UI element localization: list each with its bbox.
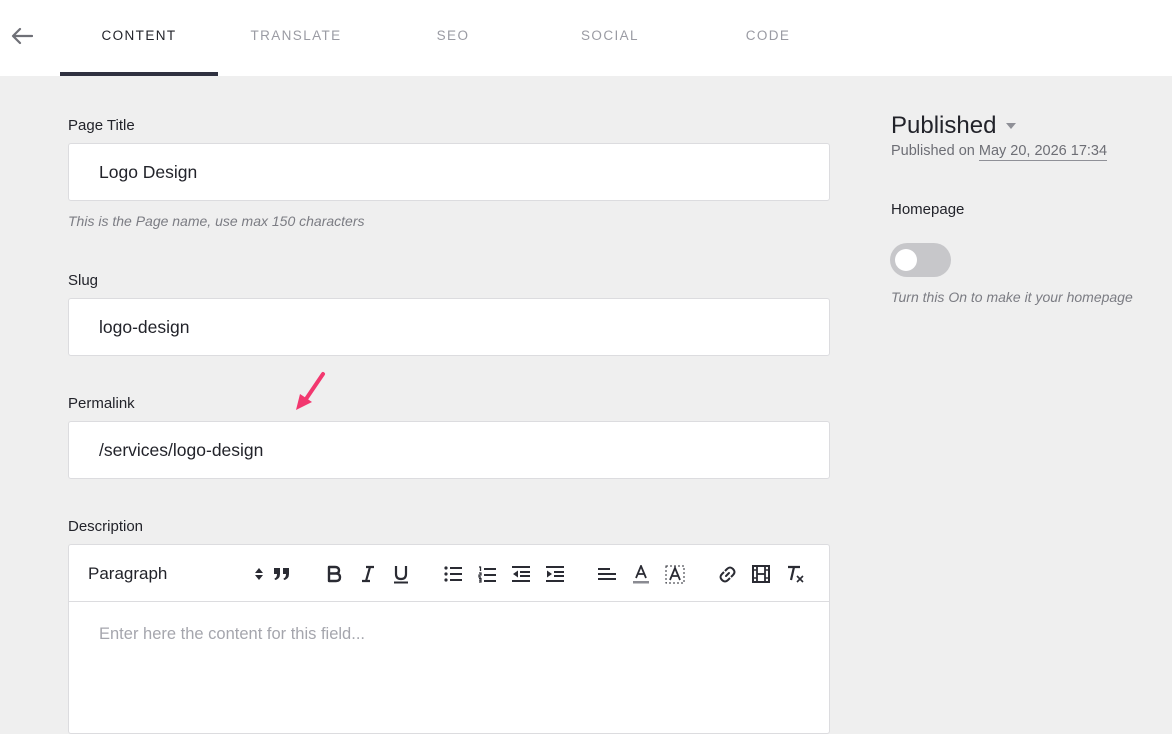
text-color-button[interactable] xyxy=(629,562,653,586)
back-button[interactable] xyxy=(8,22,36,50)
arrow-left-icon xyxy=(11,27,33,45)
slug-input[interactable] xyxy=(68,298,830,356)
indent-icon xyxy=(546,566,564,582)
status-value: Published xyxy=(891,112,997,139)
italic-button[interactable] xyxy=(356,562,380,586)
clear-format-icon xyxy=(787,565,804,583)
align-left-icon xyxy=(598,568,616,580)
homepage-toggle[interactable] xyxy=(890,243,951,277)
homepage-hint: Turn this On to make it your homepage xyxy=(891,289,1133,305)
link-button[interactable] xyxy=(715,562,739,586)
numbered-list-button[interactable] xyxy=(475,562,499,586)
video-button[interactable] xyxy=(749,562,773,586)
bullet-list-icon xyxy=(444,566,462,582)
editor-content-area[interactable]: Enter here the content for this field... xyxy=(99,625,365,644)
editor-placeholder: Enter here the content for this field... xyxy=(99,625,365,643)
toggle-knob xyxy=(895,249,917,271)
editor-toolbar: Paragraph xyxy=(69,545,829,602)
outdent-button[interactable] xyxy=(509,562,533,586)
caret-down-icon xyxy=(1006,123,1017,129)
permalink-label: Permalink xyxy=(68,395,135,412)
published-date[interactable]: May 20, 2026 17:34 xyxy=(978,143,1108,161)
highlight-icon xyxy=(665,565,685,583)
sort-arrows-icon xyxy=(255,568,263,580)
published-on-label: Published on xyxy=(891,143,975,159)
bold-icon xyxy=(327,565,342,583)
homepage-label: Homepage xyxy=(891,201,965,218)
page-title-input[interactable] xyxy=(68,143,830,201)
film-icon xyxy=(752,565,770,583)
italic-icon xyxy=(362,565,374,583)
blockquote-button[interactable] xyxy=(270,562,294,586)
pink-arrow-icon xyxy=(296,372,325,410)
slug-label: Slug xyxy=(68,272,99,289)
tab-social[interactable]: SOCIAL xyxy=(531,0,689,76)
underline-button[interactable] xyxy=(389,562,413,586)
indent-button[interactable] xyxy=(543,562,567,586)
link-icon xyxy=(719,566,735,582)
tab-seo[interactable]: SEO xyxy=(374,0,532,76)
quote-icon xyxy=(274,568,289,580)
format-select-value: Paragraph xyxy=(88,564,168,583)
tab-content[interactable]: CONTENT xyxy=(60,0,218,76)
text-color-icon xyxy=(633,564,649,583)
outdent-icon xyxy=(512,566,530,582)
bullet-list-button[interactable] xyxy=(441,562,465,586)
page-title-hint: This is the Page name, use max 150 chara… xyxy=(68,213,365,229)
description-label: Description xyxy=(68,518,144,535)
permalink-input[interactable] xyxy=(68,421,830,479)
underline-icon xyxy=(394,565,408,583)
published-on-line: Published on May 20, 2026 17:34 xyxy=(891,143,1108,161)
bold-button[interactable] xyxy=(322,562,346,586)
description-editor: Paragraph Enter here the content for thi… xyxy=(68,544,830,734)
top-tab-bar: CONTENT TRANSLATE SEO SOCIAL CODE xyxy=(0,0,1172,76)
page-title-label: Page Title xyxy=(68,117,135,134)
tab-translate[interactable]: TRANSLATE xyxy=(217,0,375,76)
status-dropdown[interactable]: Published xyxy=(891,112,1017,140)
highlight-button[interactable] xyxy=(663,562,687,586)
clear-format-button[interactable] xyxy=(783,562,807,586)
align-left-button[interactable] xyxy=(595,562,619,586)
numbered-list-icon xyxy=(478,565,496,583)
tab-code[interactable]: CODE xyxy=(689,0,847,76)
paragraph-format-select[interactable]: Paragraph xyxy=(88,563,264,585)
